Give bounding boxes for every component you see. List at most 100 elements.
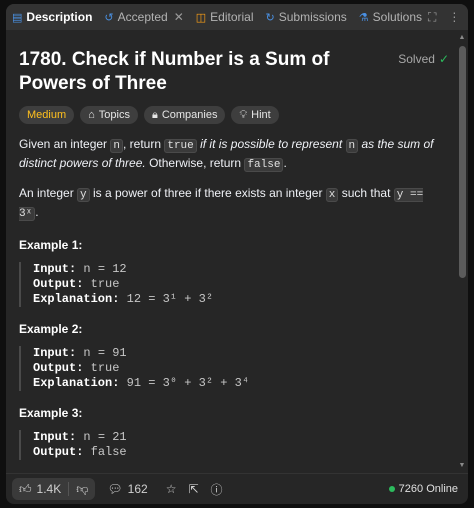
input-label: Input: [33,346,77,360]
text: if it is possible to represent [196,137,346,151]
example-output: Output: true [33,361,453,376]
online-count: 7260 Online [398,483,458,495]
input-label: Input: [33,262,77,276]
page-title[interactable]: 1780. Check if Number is a Sum of Powers… [19,48,389,96]
input-value: n = 91 [83,346,127,360]
check-circle-icon: ✓ [438,52,449,66]
flask-icon: ⚗ [358,11,369,24]
hint-button[interactable]: 💡︎ Hint [231,106,279,124]
share-button[interactable]: ⇱ [188,482,198,496]
description-paragraph-2: An integer y is a power of three if ther… [19,185,444,222]
example-output: Output: false [33,445,453,460]
companies-label: Companies [161,109,218,121]
favorite-button[interactable]: ☆ [166,482,177,496]
dislike-button[interactable]: 👎︎ [69,482,95,497]
inline-code: n [110,139,123,153]
tab-actions: ⛶ ⋮ [428,10,468,25]
explanation-value: 91 = 3⁰ + 3² + 3⁴ [126,376,250,390]
explanation-value: 12 = 3¹ + 3² [126,292,214,306]
inline-code: false [244,157,284,172]
refresh-icon: ↻ [265,11,275,24]
input-value: n = 21 [83,430,127,444]
example-1-title: Example 1: [19,238,83,252]
example-2-block: Input: n = 91 Output: true Explanation: … [19,346,453,391]
inline-code: n [345,139,359,153]
explanation-label: Explanation: [33,292,120,306]
scroll-up-icon[interactable]: ▲ [458,34,466,42]
tab-solutions[interactable]: ⚗ Solutions [353,4,428,30]
more-icon[interactable]: ⋮ [448,10,460,25]
tab-accepted[interactable]: ↺ Accepted ✕ [98,4,189,30]
input-value: n = 12 [83,262,127,276]
comment-count: 162 [127,482,148,496]
topics-button[interactable]: ⌂ Topics [80,106,138,124]
help-button[interactable]: ⓘ [211,481,223,498]
text: , return [123,137,165,151]
example-output: Output: true [33,277,453,292]
output-label: Output: [33,445,84,459]
scrollbar-thumb[interactable] [459,46,466,278]
inline-code: true [164,139,197,153]
inline-code: y [77,188,90,202]
text: . [35,204,39,219]
tag-row: Medium ⌂ Topics 🔒︎ Companies 💡︎ Hint [19,106,279,124]
tab-editorial[interactable]: ◫ Editorial [190,4,260,30]
output-value: true [90,361,120,375]
text: Otherwise, return [145,155,245,170]
problem-content[interactable]: 1780. Check if Number is a Sum of Powers… [6,30,454,474]
title-row: 1780. Check if Number is a Sum of Powers… [19,48,449,96]
description-paragraph-1: Given an integer n, return true if it is… [19,136,444,173]
text: is a power of three if there exists an i… [89,186,326,200]
output-value: true [90,277,120,291]
like-button[interactable]: 👍︎ 1.4K [12,482,68,497]
text: such that [338,186,394,200]
problem-description: Given an integer n, return true if it is… [19,136,444,234]
thumbs-down-icon: 👎︎ [76,481,89,496]
tab-bar: ▤ Description ↺ Accepted ✕ ◫ Editorial ↻… [6,4,468,30]
vote-group: 👍︎ 1.4K 👎︎ [12,478,96,500]
help-icon: ⓘ [210,482,223,497]
explanation-label: Explanation: [33,376,120,390]
companies-button[interactable]: 🔒︎ Companies [143,106,226,124]
example-input: Input: n = 12 [33,262,453,277]
text: An integer [19,186,78,200]
description-panel: ▤ Description ↺ Accepted ✕ ◫ Editorial ↻… [6,4,468,504]
example-explanation: Explanation: 12 = 3¹ + 3² [33,292,453,307]
tab-label: Submissions [278,10,347,24]
tab-submissions[interactable]: ↻ Submissions [260,4,353,30]
history-icon: ↺ [104,11,114,24]
text: . [283,155,287,170]
difficulty-badge: Medium [19,106,75,124]
inline-code: x [325,188,339,202]
topics-label: Topics [98,109,130,121]
tab-label: Accepted [117,10,168,24]
example-1-block: Input: n = 12 Output: true Explanation: … [19,262,453,307]
example-3-block: Input: n = 21 Output: false [19,430,453,460]
text: Given an integer [19,137,111,151]
footer-bar: 👍︎ 1.4K 👎︎ 💬︎ 162 ☆ ⇱ ⓘ 7260 Online [6,473,468,504]
scroll-down-icon[interactable]: ▼ [458,462,466,470]
scrollbar[interactable]: ▲ ▼ [458,34,466,470]
comments-button[interactable]: 💬︎ 162 [107,482,147,496]
book-icon: ◫ [195,11,207,24]
example-2-title: Example 2: [19,322,83,336]
share-icon: ⇱ [188,482,199,496]
output-label: Output: [33,361,84,375]
difficulty-label: Medium [27,109,67,121]
example-input: Input: n = 91 [33,346,453,361]
star-icon: ☆ [165,482,177,496]
thumbs-up-icon: 👍︎ [19,481,32,496]
tab-description[interactable]: ▤ Description [6,4,98,30]
tab-label: Description [26,10,93,24]
solved-status: Solved ✓ [398,52,449,66]
document-icon: ▤ [12,11,23,24]
close-icon[interactable]: ✕ [174,10,184,24]
lock-icon: 🔒︎ [151,108,158,121]
expand-icon[interactable]: ⛶ [428,10,436,25]
tab-label: Solutions [372,10,423,24]
tag-icon: ⌂ [88,109,95,121]
like-count: 1.4K [36,482,62,496]
lightbulb-icon: 💡︎ [239,108,248,121]
output-label: Output: [33,277,84,291]
online-dot-icon [388,486,395,492]
